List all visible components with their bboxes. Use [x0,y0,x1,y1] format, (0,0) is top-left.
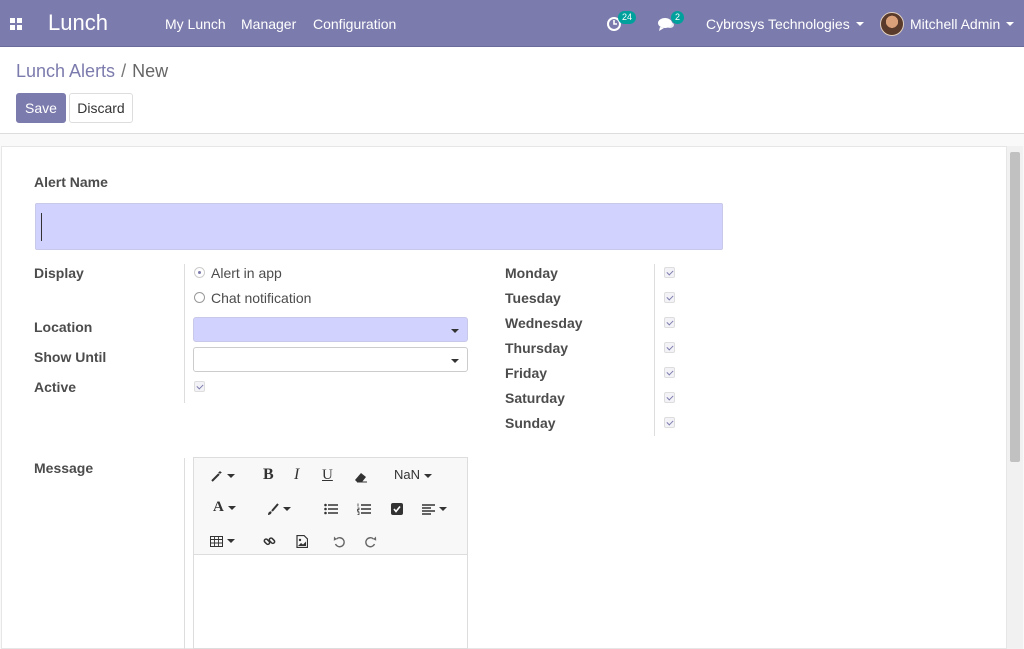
day-label-friday: Friday [505,365,548,381]
day-label-thursday: Thursday [505,340,569,356]
show-until-label: Show Until [34,349,107,365]
active-checkbox[interactable] [194,381,205,392]
paragraph-align-dropdown[interactable] [422,500,447,516]
list-ul-icon [324,503,338,515]
location-label: Location [34,319,93,335]
friday-checkbox[interactable] [664,367,675,378]
bullet-list-button[interactable] [324,500,338,516]
menu-manager[interactable]: Manager [241,16,296,32]
image-icon [296,534,308,548]
company-name: Cybrosys Technologies [706,15,850,32]
avatar [880,11,904,36]
table-dropdown[interactable] [210,532,235,548]
redo-button[interactable] [364,532,377,548]
breadcrumb-parent[interactable]: Lunch Alerts [16,61,115,81]
discard-button[interactable]: Discard [69,93,133,123]
monday-checkbox[interactable] [664,267,675,278]
chevron-down-icon [1006,21,1015,26]
align-left-icon [422,504,435,515]
day-label-tuesday: Tuesday [505,290,561,306]
chevron-down-icon [855,21,864,26]
day-label-wednesday: Wednesday [505,315,583,331]
link-icon [263,537,276,545]
form-view: Alert Name Display Alert in app Chat not… [0,134,1024,649]
underline-button[interactable]: U [322,467,333,483]
message-html-editor[interactable]: B I U NaN A [193,457,468,649]
message-count-badge: 2 [671,11,685,24]
eraser-button[interactable] [354,468,368,484]
italic-button[interactable]: I [294,467,299,483]
undo-icon [333,536,345,548]
style-dropdown[interactable] [210,467,235,483]
alert-name-label: Alert Name [34,174,108,190]
day-label-saturday: Saturday [505,390,565,406]
chevron-down-icon [451,359,459,363]
breadcrumb: Lunch Alerts / New [16,61,168,82]
apps-menu-icon[interactable] [10,18,22,30]
eraser-icon [355,473,367,483]
scrollbar-thumb[interactable] [1010,152,1020,462]
location-select[interactable] [193,317,468,342]
app-brand[interactable]: Lunch [48,10,108,36]
divider [184,458,185,649]
font-color-dropdown[interactable]: A [213,499,236,515]
radio-chat-notification-label: Chat notification [211,290,312,306]
alert-name-input[interactable] [35,203,723,250]
checkbox-icon [391,503,403,516]
undo-button[interactable] [333,532,346,548]
redo-icon [365,536,377,548]
vertical-scrollbar[interactable] [1007,146,1023,649]
display-label: Display [34,265,84,281]
user-name: Mitchell Admin [910,15,1001,32]
company-switcher[interactable]: Cybrosys Technologies [706,0,864,47]
radio-chat-notification[interactable] [194,292,205,303]
day-label-sunday: Sunday [505,415,556,431]
day-label-monday: Monday [505,265,558,281]
magic-wand-icon [211,470,222,482]
editor-toolbar: B I U NaN A [194,458,467,555]
menu-configuration[interactable]: Configuration [313,16,396,32]
saturday-checkbox[interactable] [664,392,675,403]
control-panel: Lunch Alerts / New Save Discard [0,47,1024,134]
user-menu[interactable]: Mitchell Admin [880,0,1015,47]
list-ol-icon [357,503,371,516]
activity-count-badge: 24 [618,11,637,24]
divider [184,264,185,403]
font-size-value: NaN [394,467,421,482]
bold-button[interactable]: B [263,467,274,483]
form-sheet: Alert Name Display Alert in app Chat not… [1,146,1007,649]
messaging-systray[interactable]: 2 [657,0,688,47]
text-cursor [41,213,42,241]
font-size-dropdown[interactable]: NaN [394,467,433,483]
image-button[interactable] [296,532,308,548]
active-label: Active [34,379,77,395]
numbered-list-button[interactable] [357,500,371,516]
activity-systray[interactable]: 24 [606,0,640,47]
chevron-down-icon [451,329,459,333]
font-color-label: A [213,499,224,515]
menu-my-lunch[interactable]: My Lunch [165,16,226,32]
radio-alert-in-app-label: Alert in app [211,265,282,281]
save-button[interactable]: Save [16,93,66,123]
checklist-button[interactable] [391,500,403,516]
background-color-dropdown[interactable] [266,500,291,516]
wednesday-checkbox[interactable] [664,317,675,328]
message-label: Message [34,460,94,476]
thursday-checkbox[interactable] [664,342,675,353]
tuesday-checkbox[interactable] [664,292,675,303]
radio-alert-in-app[interactable] [194,267,205,278]
divider [654,264,655,436]
link-button[interactable] [263,532,276,548]
paint-brush-icon [268,503,279,515]
show-until-select[interactable] [193,347,468,372]
sunday-checkbox[interactable] [664,417,675,428]
breadcrumb-current: New [132,61,169,81]
breadcrumb-separator: / [121,61,127,81]
table-icon [210,535,223,547]
top-navbar: Lunch My Lunch Manager Configuration 24 … [0,0,1024,47]
